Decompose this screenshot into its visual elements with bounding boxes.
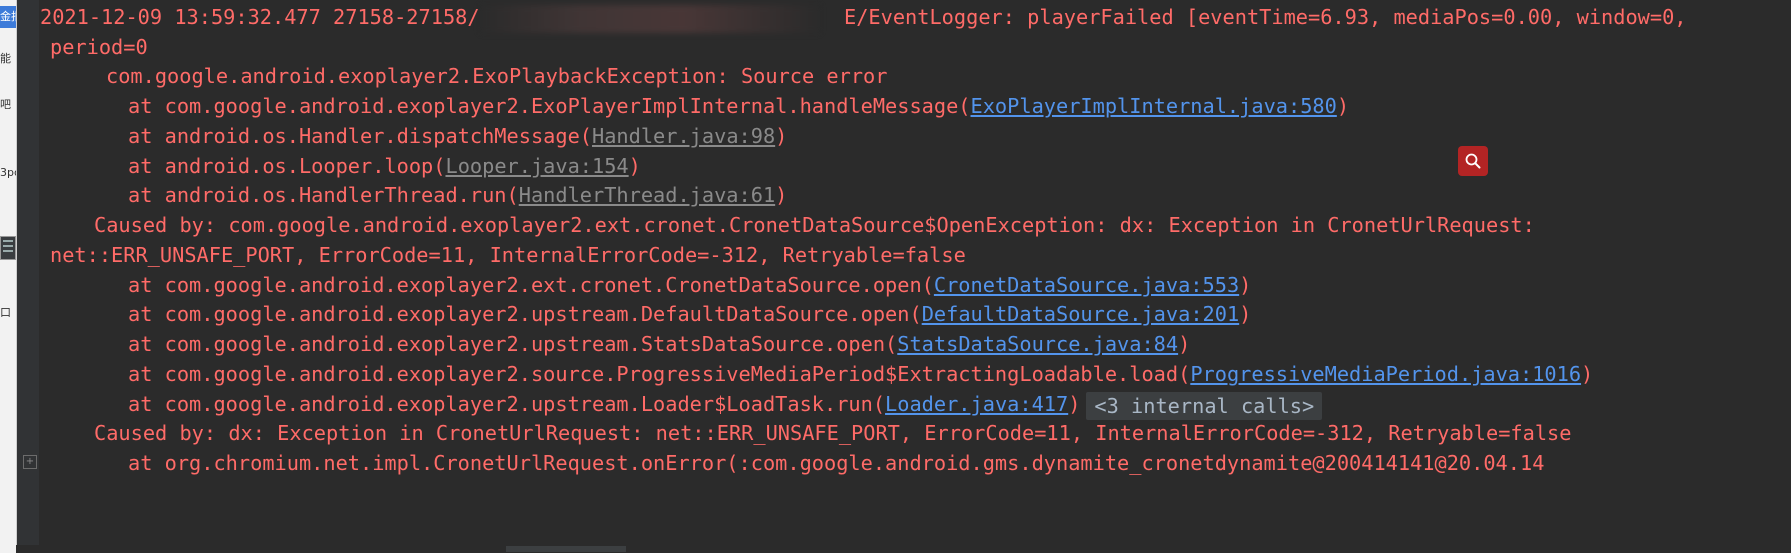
source-link[interactable]: CronetDataSource.java:553 (934, 273, 1239, 297)
source-link[interactable]: Looper.java:154 (445, 154, 628, 178)
caused-by-line: Caused by: dx: Exception in CronetUrlReq… (94, 421, 1572, 445)
stack-frame: at com.google.android.exoplayer2.ExoPlay… (128, 89, 1349, 123)
log-text: at android.os.Looper.loop( (128, 154, 446, 178)
left-window-strip: 金报 能 吧 3pc 口 (0, 0, 17, 553)
source-link[interactable]: Handler.java:98 (592, 124, 775, 148)
stack-frame: at com.google.android.exoplayer2.upstrea… (128, 297, 1251, 331)
stack-frame: at com.google.android.exoplayer2.source.… (128, 357, 1593, 391)
redacted-region (479, 4, 820, 33)
log-text: ) (1336, 94, 1350, 118)
log-text: at com.google.android.exoplayer2.upstrea… (128, 392, 886, 416)
magnifier-icon[interactable] (1458, 146, 1488, 176)
left-strip-fragment: 3pc (0, 166, 16, 179)
log-text: ) (1581, 362, 1594, 386)
source-link[interactable]: ExoPlayerImplInternal.java:580 (971, 94, 1337, 118)
stack-frame: at com.google.android.exoplayer2.upstrea… (128, 327, 1190, 361)
log-text: ) (775, 124, 788, 148)
log-text: ) (1178, 332, 1191, 356)
log-text: 2021-12-09 13:59:32.477 27158-27158/ (40, 5, 480, 29)
log-text: at com.google.android.exoplayer2.ExoPlay… (128, 94, 971, 118)
left-strip-fragment: 能 (0, 52, 11, 65)
source-link[interactable]: ProgressiveMediaPeriod.java:1016 (1190, 362, 1581, 386)
log-text: at com.google.android.exoplayer2.upstrea… (128, 302, 922, 326)
left-strip-fragment: 吧 (0, 98, 11, 111)
left-strip-fragment: 口 (0, 306, 11, 319)
stack-frame: at android.os.HandlerThread.run(HandlerT… (128, 178, 787, 212)
log-text: E/EventLogger: playerFailed [eventTime=6… (819, 5, 1687, 29)
logcat-console: 2021-12-09 13:59:32.477 27158-27158/ E/E… (40, 0, 1791, 545)
source-link[interactable]: DefaultDataSource.java:201 (922, 302, 1239, 326)
log-text: at android.os.Handler.dispatchMessage( (128, 124, 592, 148)
log-text: at com.google.android.exoplayer2.upstrea… (128, 332, 898, 356)
log-text: ) (1239, 302, 1252, 326)
log-text: ) (775, 183, 788, 207)
source-link[interactable]: StatsDataSource.java:84 (897, 332, 1178, 356)
log-text: at com.google.android.exoplayer2.ext.cro… (128, 273, 934, 297)
log-line: 2021-12-09 13:59:32.477 27158-27158/ E/E… (40, 0, 1687, 34)
scrollbar-thumb[interactable] (506, 546, 626, 552)
stack-frame: at android.os.Handler.dispatchMessage(Ha… (128, 119, 787, 153)
stack-frame: at org.chromium.net.impl.CronetUrlReques… (128, 451, 1545, 475)
caused-by-line: Caused by: com.google.android.exoplayer2… (94, 213, 1535, 237)
log-line: net::ERR_UNSAFE_PORT, ErrorCode=11, Inte… (50, 243, 966, 267)
log-text: at android.os.HandlerThread.run( (128, 183, 519, 207)
log-line: com.google.android.exoplayer2.ExoPlaybac… (106, 64, 888, 88)
fold-expand-icon[interactable]: + (23, 455, 37, 469)
source-link[interactable]: Loader.java:417 (885, 392, 1068, 416)
log-text: at com.google.android.exoplayer2.source.… (128, 362, 1191, 386)
thumbnail-image (0, 236, 16, 260)
horizontal-scrollbar[interactable] (16, 545, 1791, 553)
log-text: ) (1068, 392, 1081, 416)
editor-gutter (17, 0, 39, 553)
source-link[interactable]: HandlerThread.java:61 (519, 183, 775, 207)
log-text: ) (628, 154, 641, 178)
left-strip-fragment: 金报 (0, 6, 16, 28)
log-text: ) (1239, 273, 1252, 297)
